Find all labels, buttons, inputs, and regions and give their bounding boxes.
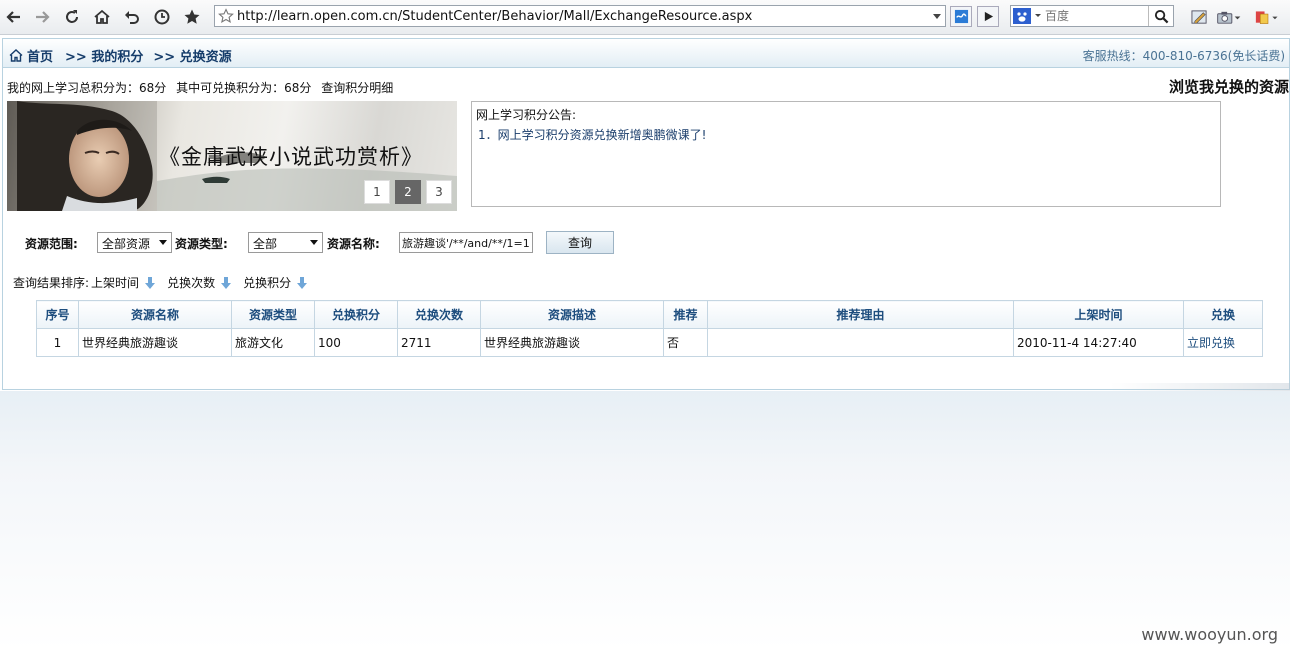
col-header-index: 序号 bbox=[36, 300, 79, 329]
search-icon[interactable] bbox=[1148, 6, 1173, 26]
points-notice-panel: 网上学习积分公告: 1．网上学习积分资源兑换新增奥鹏微课了! bbox=[471, 101, 1221, 207]
page-background bbox=[0, 391, 1290, 650]
browse-exchanged-link[interactable]: 浏览我兑换的资源 bbox=[1169, 76, 1289, 97]
chevron-down-icon bbox=[310, 240, 318, 245]
home-icon[interactable] bbox=[90, 5, 114, 29]
arrow-down-icon bbox=[221, 276, 232, 289]
cell-count: 2711 bbox=[397, 328, 481, 357]
type-select[interactable]: 全部 bbox=[248, 232, 323, 253]
search-box[interactable] bbox=[1010, 5, 1174, 27]
col-header-points: 兑换积分 bbox=[314, 300, 398, 329]
scope-select-value: 全部资源 bbox=[102, 237, 151, 251]
sort-label: 查询结果排序: bbox=[13, 276, 90, 290]
url-input[interactable] bbox=[237, 7, 927, 25]
sort-by-exchange-points[interactable]: 兑换积分 bbox=[243, 274, 308, 291]
cell-type: 旅游文化 bbox=[231, 328, 315, 357]
cell-name: 世界经典旅游趣谈 bbox=[78, 328, 232, 357]
cell-shelf-time: 2010-11-4 14:27:40 bbox=[1013, 328, 1184, 357]
col-header-count: 兑换次数 bbox=[397, 300, 481, 329]
arrow-down-icon bbox=[297, 276, 308, 289]
content-frame: 首页 >> 我的积分 >> 兑换资源 客服热线：400-810-6736(免长话… bbox=[2, 38, 1290, 390]
search-filter: 资源范围: 全部资源 资源类型: 全部 资源名称: 查询 bbox=[25, 231, 725, 255]
col-header-shelf-time: 上架时间 bbox=[1013, 300, 1184, 329]
score-summary: 我的网上学习总积分为：68分 其中可兑换积分为：68分 查询积分明细 bbox=[7, 79, 399, 96]
scope-select[interactable]: 全部资源 bbox=[97, 232, 172, 253]
col-header-reason: 推荐理由 bbox=[707, 300, 1014, 329]
browser-toolbar bbox=[0, 0, 1290, 35]
back-icon[interactable] bbox=[2, 5, 26, 29]
history-icon[interactable] bbox=[150, 5, 174, 29]
frame-shadow bbox=[1110, 383, 1290, 391]
col-header-exchange: 兑换 bbox=[1183, 300, 1263, 329]
camera-icon[interactable] bbox=[1216, 7, 1242, 27]
col-header-description: 资源描述 bbox=[480, 300, 664, 329]
table-header-row: 序号 资源名称 资源类型 兑换积分 兑换次数 资源描述 推荐 推荐理由 上架时间… bbox=[36, 300, 1263, 329]
hotline-number: 400-810-6736(免长话费) bbox=[1142, 49, 1285, 63]
breadcrumb-my-points-link[interactable]: >> 我的积分 bbox=[65, 46, 143, 65]
breadcrumb: 首页 >> 我的积分 >> 兑换资源 bbox=[9, 46, 232, 65]
search-input[interactable] bbox=[1045, 7, 1149, 25]
cell-exchange: 立即兑换 bbox=[1183, 328, 1263, 357]
bookmark-star-icon[interactable] bbox=[218, 8, 234, 24]
translate-icon[interactable] bbox=[1255, 7, 1281, 27]
sort-options: 查询结果排序: 上架时间 兑换次数 兑换积分 bbox=[13, 274, 319, 291]
type-label: 资源类型: bbox=[175, 237, 228, 251]
cell-index: 1 bbox=[36, 328, 79, 357]
breadcrumb-home-link[interactable]: 首页 bbox=[27, 46, 53, 65]
chevron-down-icon bbox=[159, 240, 167, 245]
banner-page-1[interactable]: 1 bbox=[364, 180, 390, 204]
name-label: 资源名称: bbox=[327, 237, 380, 251]
forward-icon[interactable] bbox=[30, 5, 54, 29]
cell-recommended: 否 bbox=[663, 328, 708, 357]
type-select-value: 全部 bbox=[253, 237, 278, 251]
arrow-down-icon bbox=[145, 276, 156, 289]
query-button[interactable]: 查询 bbox=[546, 231, 614, 254]
promo-banner[interactable]: 《金庸武侠小说武功赏析》 1 2 3 bbox=[7, 101, 457, 211]
sort-option-label: 兑换积分 bbox=[243, 276, 292, 290]
cell-description: 世界经典旅游趣谈 bbox=[480, 328, 664, 357]
sort-option-label: 兑换次数 bbox=[167, 276, 216, 290]
resource-table: 序号 资源名称 资源类型 兑换积分 兑换次数 资源描述 推荐 推荐理由 上架时间… bbox=[36, 300, 1263, 357]
notice-header: 网上学习积分公告: bbox=[476, 108, 577, 122]
breadcrumb-current: >> 兑换资源 bbox=[153, 50, 232, 65]
col-header-name: 资源名称 bbox=[78, 300, 232, 329]
sort-by-shelf-time[interactable]: 上架时间 bbox=[91, 274, 156, 291]
refresh-icon[interactable] bbox=[60, 5, 84, 29]
go-icon[interactable] bbox=[977, 6, 999, 27]
exchangeable-score-text: 其中可兑换积分为：68分 bbox=[176, 81, 312, 95]
resource-name-input[interactable] bbox=[399, 232, 533, 253]
url-dropdown-icon[interactable] bbox=[933, 14, 941, 19]
notice-item-link[interactable]: 1．网上学习积分资源兑换新增奥鹏微课了! bbox=[478, 126, 706, 143]
col-header-type: 资源类型 bbox=[231, 300, 315, 329]
banner-page-2[interactable]: 2 bbox=[395, 180, 421, 204]
exchange-now-link[interactable]: 立即兑换 bbox=[1187, 336, 1235, 350]
service-hotline: 客服热线：400-810-6736(免长话费) bbox=[1083, 47, 1285, 64]
hotline-label: 客服热线： bbox=[1082, 49, 1143, 63]
favorites-star-icon[interactable] bbox=[180, 5, 204, 29]
home-icon bbox=[9, 49, 23, 62]
baidu-paw-icon[interactable] bbox=[1013, 8, 1043, 24]
sort-option-label: 上架时间 bbox=[91, 276, 140, 290]
banner-title: 《金庸武侠小说武功赏析》 bbox=[159, 145, 423, 169]
watermark-text: www.wooyun.org bbox=[1141, 625, 1278, 644]
score-detail-link[interactable]: 查询积分明细 bbox=[321, 81, 393, 95]
breadcrumb-bar: 首页 >> 我的积分 >> 兑换资源 客服热线：400-810-6736(免长话… bbox=[3, 39, 1289, 68]
cell-points: 100 bbox=[314, 328, 398, 357]
undo-icon[interactable] bbox=[120, 5, 144, 29]
table-row: 1 世界经典旅游趣谈 旅游文化 100 2711 世界经典旅游趣谈 否 2010… bbox=[36, 328, 1263, 357]
scope-label: 资源范围: bbox=[25, 237, 78, 251]
col-header-recommended: 推荐 bbox=[663, 300, 708, 329]
compat-view-icon[interactable] bbox=[950, 6, 972, 27]
sort-by-exchange-count[interactable]: 兑换次数 bbox=[167, 274, 232, 291]
edit-pencil-icon[interactable] bbox=[1186, 7, 1212, 27]
total-score-text: 我的网上学习总积分为：68分 bbox=[7, 81, 167, 95]
address-bar[interactable] bbox=[214, 5, 946, 27]
banner-page-3[interactable]: 3 bbox=[426, 180, 452, 204]
cell-reason bbox=[707, 328, 1014, 357]
